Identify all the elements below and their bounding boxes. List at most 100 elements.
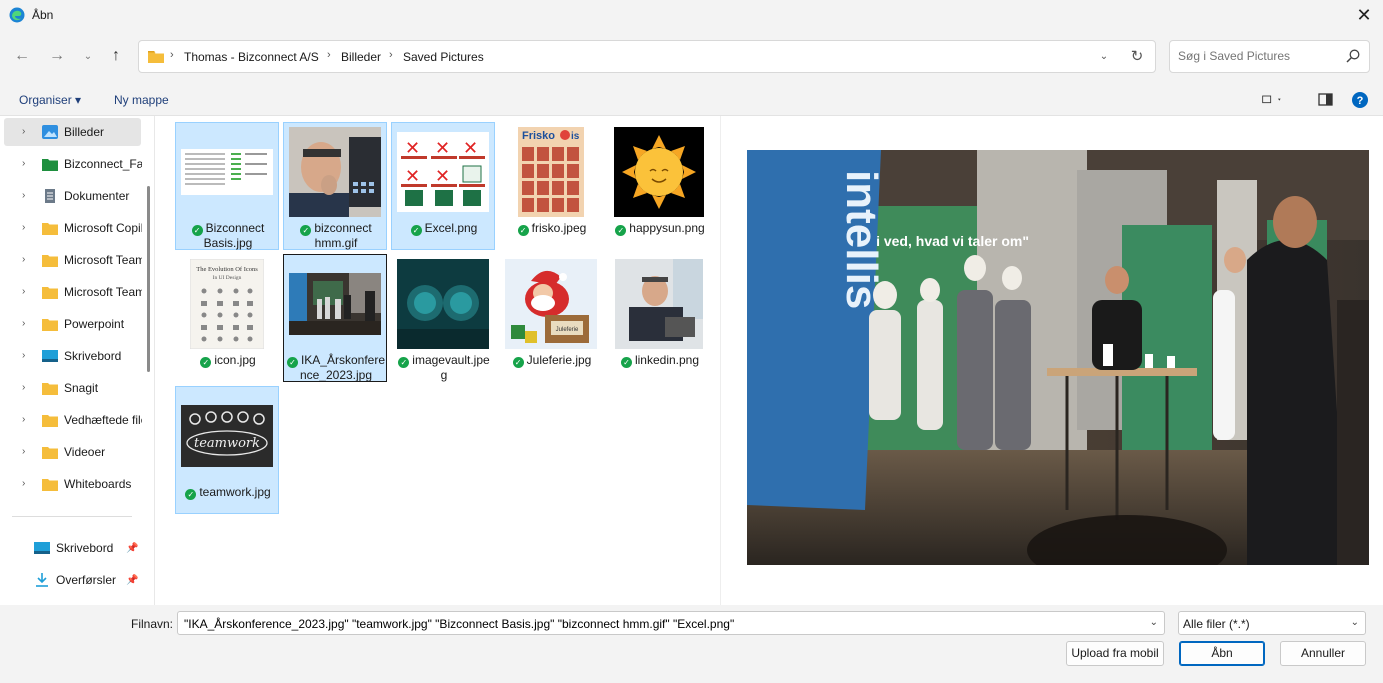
address-bar[interactable]: › Thomas - Bizconnect A/S › Billeder › S… bbox=[138, 40, 1156, 73]
breadcrumb-thomas[interactable]: Thomas - Bizconnect A/S bbox=[184, 50, 319, 64]
thumbnail bbox=[181, 127, 273, 217]
expand-chevron-icon[interactable]: › bbox=[22, 382, 25, 393]
folder-icon bbox=[42, 255, 58, 267]
sidebar-item-microsoft-teams-2[interactable]: › Microsoft Teams bbox=[4, 278, 142, 306]
breadcrumb-billeder[interactable]: Billeder bbox=[341, 50, 381, 64]
recent-chevron-icon[interactable]: ⌄ bbox=[78, 46, 98, 66]
expand-chevron-icon[interactable]: › bbox=[22, 222, 25, 233]
file-tile-bizconnect-basis[interactable]: ✓ Bizconnect Basis.jpg bbox=[175, 122, 279, 250]
preview-pane: Vi ved, hvad vi taler om" intellis bbox=[720, 116, 1383, 605]
help-icon[interactable]: ? bbox=[1350, 91, 1370, 109]
sidebar-item-microsoft-teams-1[interactable]: › Microsoft Teams bbox=[4, 246, 142, 274]
organize-button[interactable]: Organiser ▾ bbox=[19, 93, 81, 107]
folder-icon bbox=[42, 415, 58, 427]
sidebar-item-dokumenter[interactable]: › Dokumenter bbox=[4, 182, 141, 210]
thumbnail: teamwork bbox=[181, 391, 273, 481]
expand-chevron-icon[interactable]: › bbox=[22, 318, 25, 329]
sidebar-item-whiteboards[interactable]: › Whiteboards bbox=[4, 470, 141, 498]
sidebar-item-videoer[interactable]: › Videoer bbox=[4, 438, 141, 466]
filename-input[interactable] bbox=[184, 617, 1134, 631]
back-arrow-icon[interactable]: ← bbox=[12, 46, 32, 66]
sync-status-icon: ✓ bbox=[512, 357, 524, 368]
file-tile-linkedin[interactable]: ✓ linkedin.png bbox=[607, 254, 711, 382]
folder-icon bbox=[148, 51, 164, 63]
expand-chevron-icon[interactable]: › bbox=[22, 478, 25, 489]
view-options-icon[interactable] bbox=[1262, 91, 1282, 109]
sidebar-scrollbar[interactable] bbox=[147, 186, 150, 372]
filename-combobox[interactable]: ⌄ bbox=[177, 611, 1165, 635]
sync-status-icon: ✓ bbox=[286, 357, 298, 368]
preview-pane-icon[interactable] bbox=[1316, 91, 1336, 109]
expand-chevron-icon[interactable]: › bbox=[22, 126, 25, 137]
pin-icon[interactable]: 📌 bbox=[126, 543, 138, 554]
expand-chevron-icon[interactable]: › bbox=[22, 254, 25, 265]
sidebar-item-billeder[interactable]: › Billeder bbox=[4, 118, 141, 146]
chevron-down-icon[interactable]: ⌄ bbox=[1150, 617, 1158, 628]
file-tile-happysun[interactable]: ✓ happysun.png bbox=[607, 122, 711, 250]
svg-text:✕: ✕ bbox=[435, 138, 450, 159]
thumbnail bbox=[397, 259, 489, 349]
expand-chevron-icon[interactable]: › bbox=[22, 350, 25, 361]
svg-text:?: ? bbox=[1357, 95, 1364, 107]
quick-access-skrivebord[interactable]: Skrivebord 📌 bbox=[0, 534, 138, 562]
quick-access-overforsler[interactable]: Overførsler 📌 bbox=[0, 566, 138, 594]
file-tile-icon[interactable]: The Evolution Of Icons In UI Design ✓ ico… bbox=[175, 254, 279, 382]
file-tile-juleferie[interactable]: Juleferie ✓ Juleferie.jpg bbox=[499, 254, 603, 382]
expand-chevron-icon[interactable]: › bbox=[22, 446, 25, 457]
sidebar-item-skrivebord[interactable]: › Skrivebord bbox=[4, 342, 141, 370]
icon-thumb-subtitle: In UI Design bbox=[213, 275, 242, 281]
open-button[interactable]: Åbn bbox=[1179, 641, 1265, 666]
close-button[interactable]: ✕ bbox=[1353, 4, 1375, 26]
svg-text:✕: ✕ bbox=[405, 138, 420, 159]
breadcrumb-saved-pictures[interactable]: Saved Pictures bbox=[403, 50, 484, 64]
file-tile-teamwork[interactable]: teamwork ✓ teamwork.jpg bbox=[175, 386, 279, 514]
file-tile-frisko[interactable]: Frisko is ✓ frisko.jpeg bbox=[499, 122, 603, 250]
command-bar: Organiser ▾ Ny mappe ? bbox=[0, 84, 1383, 116]
address-history-chevron-icon[interactable]: ⌄ bbox=[1097, 50, 1111, 64]
pin-icon[interactable]: 📌 bbox=[126, 575, 138, 586]
search-input[interactable] bbox=[1178, 49, 1338, 63]
cancel-button[interactable]: Annuller bbox=[1280, 641, 1366, 666]
chevron-down-icon[interactable]: ⌄ bbox=[1351, 617, 1359, 628]
thumbnail bbox=[613, 259, 705, 349]
folder-icon bbox=[42, 479, 58, 491]
sidebar-divider bbox=[12, 516, 132, 517]
expand-chevron-icon[interactable]: › bbox=[22, 158, 25, 169]
sync-status-icon: ✓ bbox=[410, 225, 422, 236]
thumbnail: Juleferie bbox=[505, 259, 597, 349]
search-box[interactable] bbox=[1169, 40, 1370, 73]
file-tile-ika-aarskonference[interactable]: ✓ IKA_Årskonfere nce_2023.jpg bbox=[283, 254, 387, 382]
file-tile-excel[interactable]: ✕ ✕ ✕ ✕ ✕ ✓ Excel.png bbox=[391, 122, 495, 250]
navigation-pane: › Billeder › Bizconnect_Fælles › Dokumen… bbox=[0, 116, 155, 605]
search-icon[interactable] bbox=[1346, 49, 1360, 63]
sidebar-item-microsoft-copilot[interactable]: › Microsoft Copilot bbox=[4, 214, 142, 242]
dialog-footer: Filnavn: ⌄ Alle filer (*.*) ⌄ Upload fra… bbox=[0, 605, 1383, 683]
breadcrumb-separator: › bbox=[327, 49, 331, 61]
expand-chevron-icon[interactable]: › bbox=[22, 190, 25, 201]
new-folder-button[interactable]: Ny mappe bbox=[114, 93, 169, 107]
sidebar-item-snagit[interactable]: › Snagit bbox=[4, 374, 141, 402]
file-tile-bizconnect-hmm[interactable]: ✓ bizconnect hmm.gif bbox=[283, 122, 387, 250]
sidebar-item-bizconnect-faelles[interactable]: › Bizconnect_Fælles bbox=[4, 150, 142, 178]
upload-from-mobile-button[interactable]: Upload fra mobil bbox=[1066, 641, 1164, 666]
svg-text:✕: ✕ bbox=[405, 166, 420, 187]
window-title: Åbn bbox=[32, 8, 54, 22]
main-area: › Billeder › Bizconnect_Fælles › Dokumen… bbox=[0, 116, 1383, 605]
file-type-select[interactable]: Alle filer (*.*) ⌄ bbox=[1178, 611, 1366, 635]
refresh-icon[interactable]: ↻ bbox=[1127, 47, 1147, 67]
file-tile-imagevault[interactable]: ✓ imagevault.jpe g bbox=[391, 254, 495, 382]
expand-chevron-icon[interactable]: › bbox=[22, 286, 25, 297]
edge-icon bbox=[9, 7, 25, 23]
forward-arrow-icon[interactable]: → bbox=[47, 46, 67, 66]
up-arrow-icon[interactable]: ↑ bbox=[106, 46, 126, 66]
sidebar-item-vedhaeftede-filer[interactable]: › Vedhæftede filer bbox=[4, 406, 142, 434]
icon-thumb-title: The Evolution Of Icons bbox=[196, 266, 258, 273]
thumbnail bbox=[613, 127, 705, 217]
download-icon bbox=[36, 573, 48, 587]
sidebar-item-powerpoint[interactable]: › Powerpoint bbox=[4, 310, 141, 338]
pictures-icon bbox=[42, 125, 58, 139]
expand-chevron-icon[interactable]: › bbox=[22, 414, 25, 425]
thumbnail: ✕ ✕ ✕ ✕ ✕ bbox=[397, 127, 489, 217]
frisko-logo-text: Frisko bbox=[522, 130, 555, 142]
svg-text:✕: ✕ bbox=[435, 166, 450, 187]
